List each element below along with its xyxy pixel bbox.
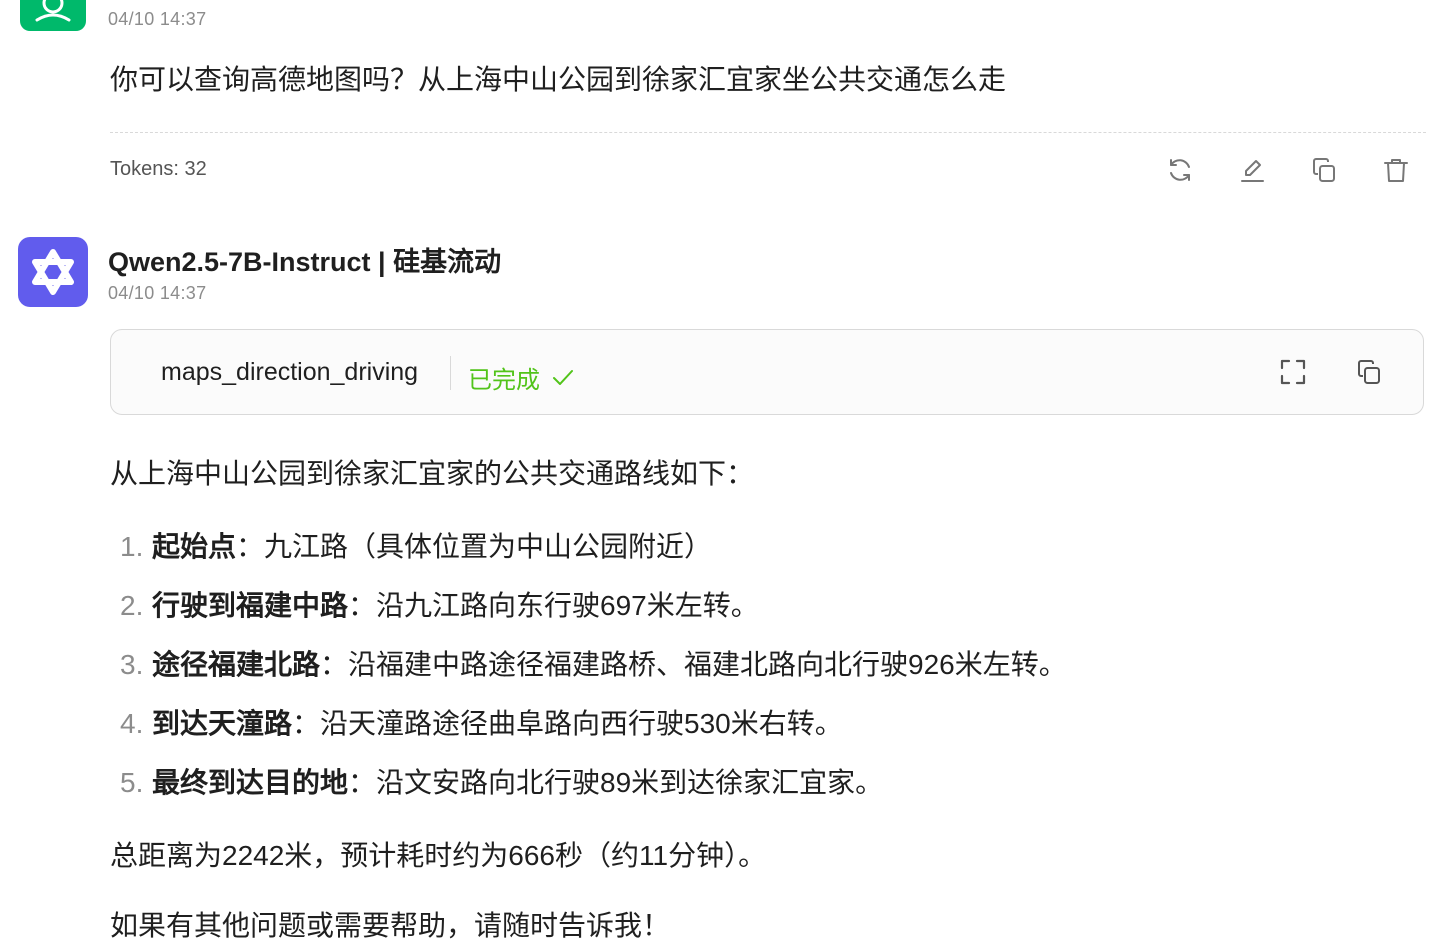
user-timestamp: 04/10 14:37 (108, 9, 207, 29)
assistant-avatar (18, 237, 88, 307)
step-number: 4. (120, 708, 144, 739)
route-step: 5. 最终到达目的地：沿文安路向北行驶89米到达徐家汇宜家。 (120, 761, 883, 801)
step-number: 1. (120, 531, 144, 562)
route-step: 1. 起始点：九江路（具体位置为中山公园附近） (120, 525, 712, 565)
model-name: Qwen2.5-7B-Instruct | 硅基流动 (108, 247, 502, 277)
assistant-timestamp: 04/10 14:37 (108, 283, 207, 303)
tool-status-label: 已完成 (468, 367, 540, 394)
copy-button[interactable] (1306, 152, 1342, 188)
qwen-logo-icon (32, 249, 74, 295)
step-text: ：沿文安路向北行驶89米到达徐家汇宜家。 (348, 767, 884, 798)
tool-name: maps_direction_driving (161, 358, 419, 386)
tool-separator (450, 356, 451, 390)
delete-button[interactable] (1378, 152, 1414, 188)
step-title: 行驶到福建中路 (152, 590, 349, 621)
user-avatar (20, 0, 86, 31)
step-number: 2. (120, 590, 144, 621)
step-title: 到达天潼路 (152, 708, 293, 739)
message-divider (110, 132, 1426, 133)
tool-copy-button[interactable] (1351, 354, 1387, 390)
route-step: 3. 途径福建北路：沿福建中路途径福建路桥、福建北路向北行驶926米左转。 (120, 643, 1067, 683)
edit-button[interactable] (1234, 152, 1270, 188)
step-title: 起始点 (152, 531, 237, 562)
user-icon (35, 0, 71, 22)
refresh-icon (1170, 159, 1190, 181)
check-icon (553, 369, 573, 385)
expand-button[interactable] (1275, 354, 1311, 390)
tool-status: 已完成 (468, 360, 574, 395)
route-step: 4. 到达天潼路：沿天潼路途径曲阜路向西行驶530米右转。 (120, 702, 843, 742)
step-title: 途径福建北路 (152, 649, 321, 680)
step-text: ：九江路（具体位置为中山公园附近） (236, 531, 713, 562)
response-closing: 如果有其他问题或需要帮助，请随时告诉我！ (110, 910, 671, 941)
tool-call-card[interactable]: maps_direction_driving 已完成 (110, 329, 1424, 415)
delete-icon (1384, 159, 1408, 182)
copy-icon (1313, 158, 1335, 182)
step-text: ：沿福建中路途径福建路桥、福建北路向北行驶926米左转。 (320, 649, 1067, 680)
regenerate-button[interactable] (1162, 152, 1198, 188)
copy-icon (1358, 360, 1380, 384)
step-number: 3. (120, 649, 144, 680)
user-message-text: 你可以查询高德地图吗？从上海中山公园到徐家汇宜家坐公共交通怎么走 (110, 64, 1007, 95)
step-number: 5. (120, 767, 144, 798)
step-title: 最终到达目的地 (152, 767, 349, 798)
route-step: 2. 行驶到福建中路：沿九江路向东行驶697米左转。 (120, 584, 759, 624)
step-text: ：沿天潼路途径曲阜路向西行驶530米右转。 (292, 708, 843, 739)
edit-icon (1241, 160, 1264, 182)
response-intro: 从上海中山公园到徐家汇宜家的公共交通路线如下： (110, 458, 755, 489)
token-count: Tokens: 32 (110, 158, 207, 180)
step-text: ：沿九江路向东行驶697米左转。 (348, 590, 759, 621)
response-summary: 总距离为2242米，预计耗时约为666秒（约11分钟）。 (110, 840, 767, 871)
expand-icon (1280, 359, 1306, 385)
